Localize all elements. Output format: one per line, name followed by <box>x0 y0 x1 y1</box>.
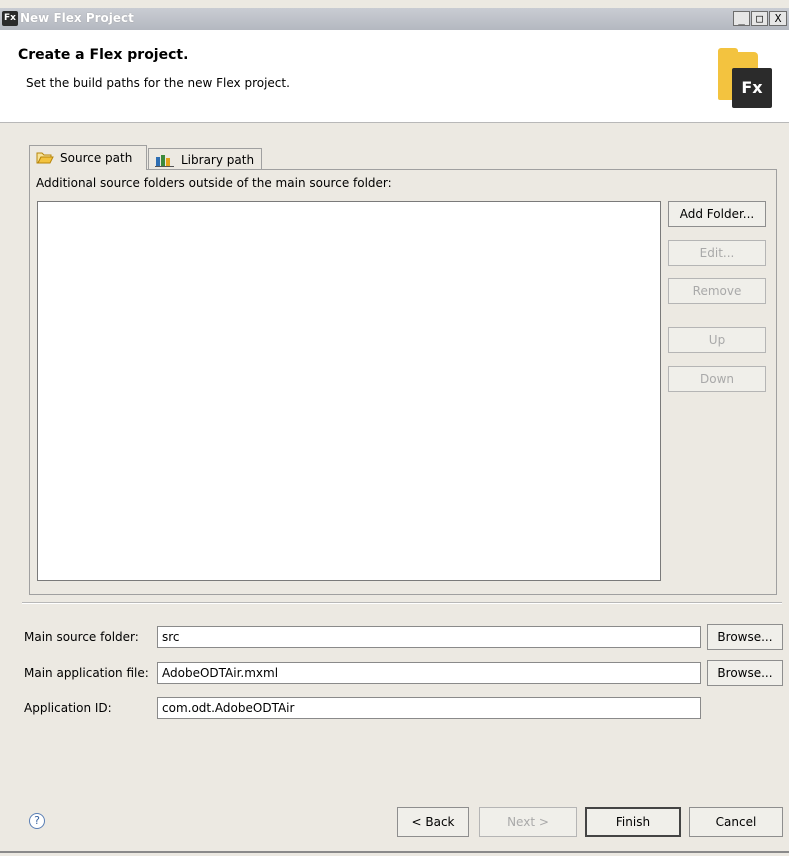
flex-project-icon: Fx <box>718 48 772 110</box>
add-folder-button[interactable]: Add Folder... <box>668 201 766 227</box>
minimize-button[interactable]: _ <box>733 11 750 26</box>
title-bar[interactable]: Fx New Flex Project _ □ X <box>0 8 789 30</box>
window-bottom-border <box>0 851 789 853</box>
main-application-file-label: Main application file: <box>24 666 149 680</box>
finish-button[interactable]: Finish <box>585 807 681 837</box>
source-folders-label: Additional source folders outside of the… <box>36 176 392 190</box>
up-button[interactable]: Up <box>668 327 766 353</box>
help-icon[interactable]: ? <box>29 813 45 829</box>
source-folders-list[interactable] <box>37 201 661 581</box>
close-button[interactable]: X <box>769 11 787 26</box>
library-books-icon <box>155 154 174 167</box>
back-button[interactable]: < Back <box>397 807 469 837</box>
edit-button[interactable]: Edit... <box>668 240 766 266</box>
browse-source-folder-button[interactable]: Browse... <box>707 624 783 650</box>
application-id-input[interactable] <box>157 697 701 719</box>
tab-source-path[interactable]: Source path <box>29 145 147 170</box>
section-separator <box>22 602 782 604</box>
cancel-button[interactable]: Cancel <box>689 807 783 837</box>
browse-application-file-button[interactable]: Browse... <box>707 660 783 686</box>
maximize-button[interactable]: □ <box>751 11 768 26</box>
fx-logo: Fx <box>732 68 772 108</box>
main-source-folder-label: Main source folder: <box>24 630 139 644</box>
tab-source-path-label: Source path <box>60 151 133 165</box>
main-source-folder-input[interactable] <box>157 626 701 648</box>
wizard-header: Create a Flex project. Set the build pat… <box>0 30 789 123</box>
page-description: Set the build paths for the new Flex pro… <box>26 76 290 90</box>
folder-open-icon <box>36 152 54 164</box>
application-id-label: Application ID: <box>24 701 112 715</box>
down-button[interactable]: Down <box>668 366 766 392</box>
remove-button[interactable]: Remove <box>668 278 766 304</box>
tab-library-path-label: Library path <box>181 152 255 167</box>
main-application-file-input[interactable] <box>157 662 701 684</box>
page-title: Create a Flex project. <box>18 47 189 63</box>
tab-library-path[interactable]: Library path <box>148 148 262 170</box>
new-flex-project-dialog: Fx New Flex Project _ □ X Create a Flex … <box>0 0 789 856</box>
fx-app-icon: Fx <box>2 11 18 26</box>
window-title: New Flex Project <box>20 11 134 25</box>
next-button[interactable]: Next > <box>479 807 577 837</box>
